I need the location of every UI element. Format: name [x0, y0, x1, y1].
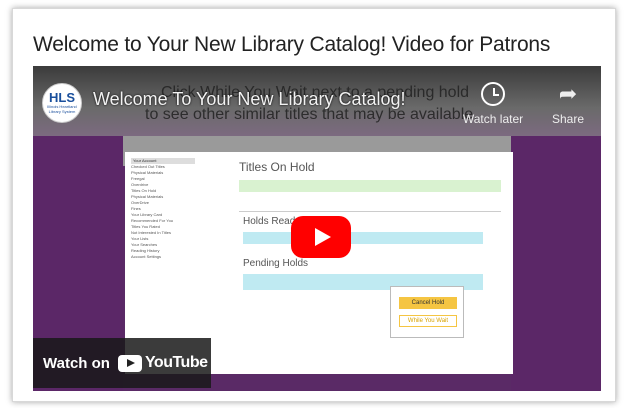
channel-logo-text: HLS [49, 90, 75, 105]
watch-on-youtube-button[interactable]: Watch on YouTube [33, 338, 211, 388]
watch-on-label: Watch on [43, 354, 110, 372]
clock-icon [481, 82, 505, 106]
slide-hold-popup: Cancel Hold While You Wait [390, 286, 464, 338]
slide-nav-item: Account Settings [131, 254, 162, 259]
slide-tabs [239, 202, 501, 212]
share-label: Share [551, 112, 585, 126]
slide-pending-holds: Pending Holds [243, 258, 309, 269]
channel-logo[interactable]: HLS Illinois Heartland Library System [42, 83, 82, 123]
slide-ready-bar [243, 232, 483, 244]
slide-cancel-hold-button: Cancel Hold [399, 297, 457, 309]
watch-later-button[interactable]: Watch later [461, 82, 525, 126]
play-button[interactable] [291, 216, 351, 258]
channel-logo-subtext: Illinois Heartland Library System [47, 104, 77, 114]
slide-account-nav: Your Account Checked Out Titles Physical… [131, 158, 195, 260]
slide-while-you-wait-button: While You Wait [399, 315, 457, 327]
youtube-wordmark: YouTube [144, 354, 208, 371]
video-title-link[interactable]: Welcome To Your New Library Catalog! [93, 89, 406, 110]
share-arrow-icon: ➦ [558, 81, 578, 106]
slide-info-bar [239, 180, 501, 192]
page-title: Welcome to Your New Library Catalog! Vid… [33, 33, 551, 56]
video-player[interactable]: Your Account Checked Out Titles Physical… [33, 66, 601, 391]
slide-background-right [511, 136, 601, 391]
video-card: Welcome to Your New Library Catalog! Vid… [12, 8, 616, 402]
share-button[interactable]: ➦ Share [543, 81, 593, 127]
watch-later-label: Watch later [462, 112, 524, 126]
slide-titles-on-hold: Titles On Hold [239, 160, 315, 174]
youtube-logo-icon [117, 354, 142, 372]
